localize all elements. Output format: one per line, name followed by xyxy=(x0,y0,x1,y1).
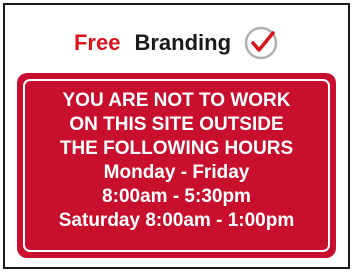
sign-line-6: Saturday 8:00am - 1:00pm xyxy=(58,210,295,231)
sign-line-4: Monday - Friday xyxy=(103,162,250,183)
free-branding-header: Free Branding xyxy=(5,23,348,63)
site-hours-sign: YOU ARE NOT TO WORK ON THIS SITE OUTSIDE… xyxy=(17,73,336,258)
sign-line-1: YOU ARE NOT TO WORK xyxy=(62,90,291,111)
sign-line-3: THE FOLLOWING HOURS xyxy=(59,138,294,159)
check-circle-icon xyxy=(243,25,279,61)
product-card: Free Branding YOU ARE NOT TO WORK ON THI… xyxy=(3,3,350,269)
sign-text: YOU ARE NOT TO WORK ON THIS SITE OUTSIDE… xyxy=(17,89,336,233)
sign-line-5: 8:00am - 5:30pm xyxy=(102,186,251,207)
branding-label: Branding xyxy=(134,30,232,55)
sign-line-2: ON THIS SITE OUTSIDE xyxy=(69,114,284,135)
free-label: Free xyxy=(73,30,121,55)
